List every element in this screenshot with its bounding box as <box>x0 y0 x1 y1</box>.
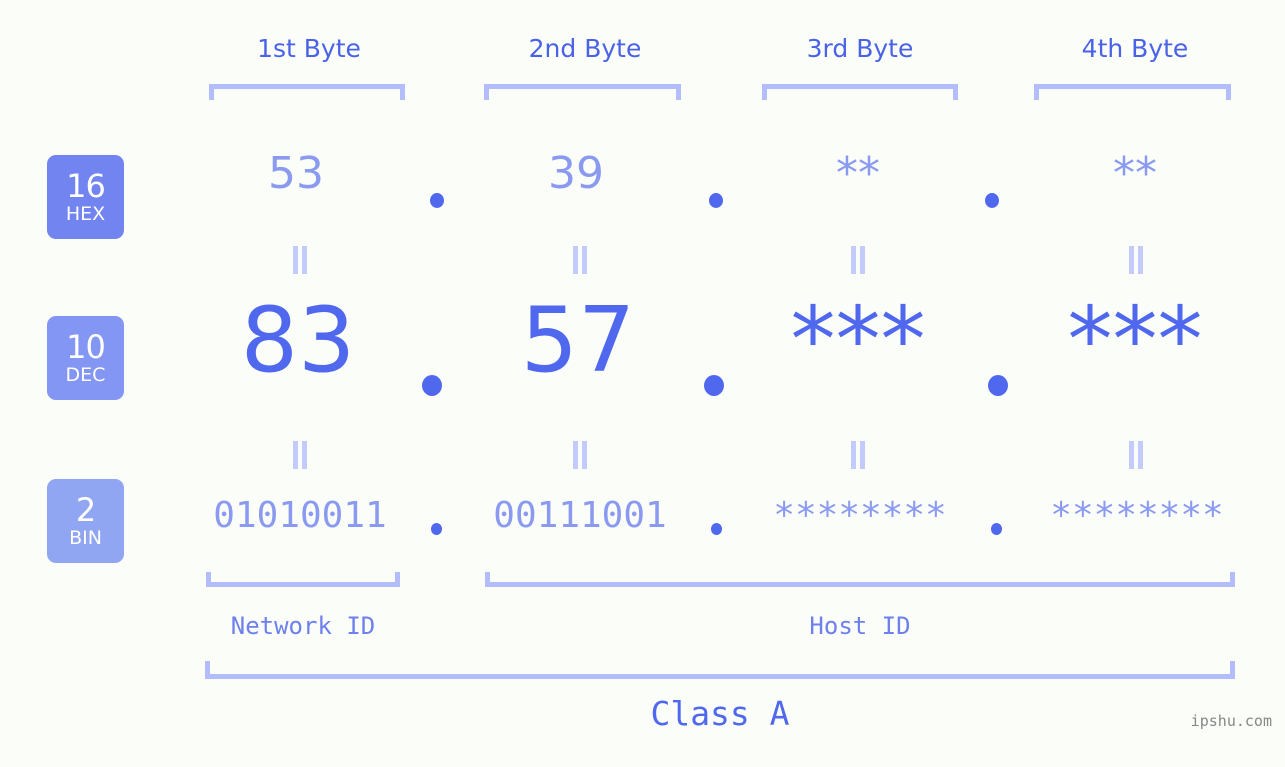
base-badge-bin-number: 2 <box>75 491 96 529</box>
ip-byte-breakdown-diagram: 1st Byte 2nd Byte 3rd Byte 4th Byte 16 H… <box>0 0 1285 767</box>
equals-connector-dec-bin-3 <box>849 441 867 469</box>
dec-byte-1: 83 <box>240 288 356 393</box>
base-badge-dec: 10 DEC <box>47 316 124 400</box>
byte-bracket-2 <box>484 84 681 100</box>
bin-separator-1 <box>431 523 442 535</box>
bin-byte-4: ******** <box>1050 495 1224 536</box>
equals-connector-dec-bin-2 <box>571 441 589 469</box>
dec-byte-3: *** <box>790 288 926 393</box>
bin-separator-3 <box>991 523 1002 535</box>
equals-connector-hex-dec-3 <box>849 246 867 274</box>
dec-separator-2 <box>704 375 724 396</box>
byte-bracket-3 <box>762 84 958 100</box>
base-badge-hex-name: HEX <box>65 203 106 225</box>
equals-connector-dec-bin-1 <box>291 441 309 469</box>
byte-label-4: 4th Byte <box>1081 34 1189 63</box>
base-badge-hex: 16 HEX <box>47 155 124 239</box>
base-badge-dec-number: 10 <box>66 328 106 366</box>
host-id-label: Host ID <box>809 612 911 640</box>
site-watermark: ipshu.com <box>1190 712 1272 730</box>
host-id-bracket <box>485 572 1235 587</box>
base-badge-dec-name: DEC <box>65 364 106 386</box>
dec-separator-3 <box>988 375 1008 396</box>
class-label: Class A <box>650 694 790 733</box>
hex-byte-3: ** <box>836 148 880 199</box>
bin-byte-2: 00111001 <box>493 495 667 536</box>
byte-label-3: 3rd Byte <box>806 34 914 63</box>
base-badge-bin-name: BIN <box>69 527 102 549</box>
hex-separator-1 <box>430 193 444 208</box>
network-id-bracket <box>206 572 400 587</box>
byte-bracket-1 <box>209 84 405 100</box>
base-badge-hex-number: 16 <box>66 167 106 205</box>
hex-byte-4: ** <box>1113 148 1157 199</box>
byte-bracket-4 <box>1034 84 1231 100</box>
bin-byte-3: ******** <box>773 495 947 536</box>
equals-connector-hex-dec-2 <box>571 246 589 274</box>
dec-byte-4: *** <box>1067 288 1203 393</box>
base-badge-bin: 2 BIN <box>47 479 124 563</box>
bin-separator-2 <box>711 523 722 535</box>
byte-label-2: 2nd Byte <box>528 34 642 63</box>
equals-connector-dec-bin-4 <box>1127 441 1145 469</box>
hex-byte-1: 53 <box>268 148 324 199</box>
dec-byte-2: 57 <box>520 288 636 393</box>
bin-byte-1: 01010011 <box>213 495 387 536</box>
equals-connector-hex-dec-1 <box>291 246 309 274</box>
hex-separator-3 <box>985 193 999 208</box>
byte-label-1: 1st Byte <box>257 34 361 63</box>
network-id-label: Network ID <box>230 612 376 640</box>
dec-separator-1 <box>422 375 442 396</box>
class-bracket <box>205 661 1235 679</box>
hex-byte-2: 39 <box>548 148 604 199</box>
hex-separator-2 <box>709 193 723 208</box>
equals-connector-hex-dec-4 <box>1127 246 1145 274</box>
